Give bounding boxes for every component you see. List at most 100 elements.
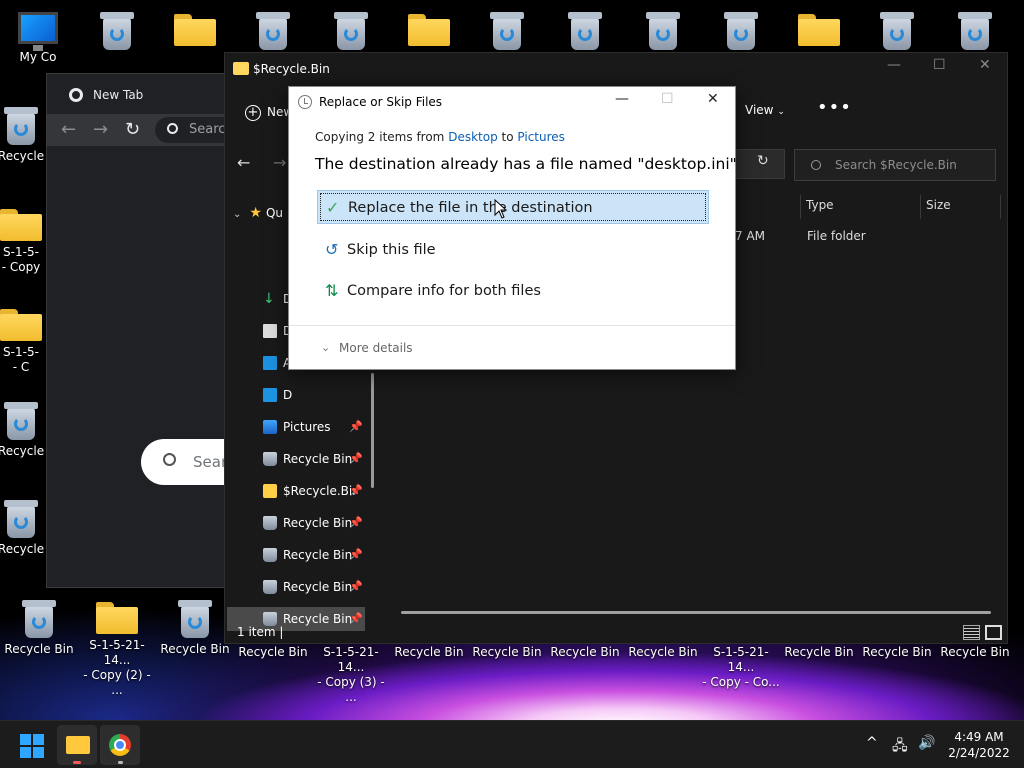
dialog-close-button[interactable]: ✕ [707, 91, 719, 107]
more-options-button[interactable]: ••• [817, 97, 852, 118]
recycle-bin-icon [724, 10, 758, 50]
back-arrow-icon[interactable]: ← [61, 119, 76, 140]
column-separator[interactable] [800, 195, 801, 219]
pin-icon[interactable]: 📌 [349, 575, 363, 599]
forward-arrow-icon[interactable]: → [273, 153, 286, 172]
view-button[interactable]: View ⌄ [745, 103, 785, 117]
status-bar: 1 item | [237, 625, 284, 639]
desktop-icon[interactable] [156, 10, 234, 50]
recycle-bin-icon [4, 400, 38, 440]
search-input[interactable]: Search $Recycle.Bin [794, 149, 996, 181]
more-details-toggle[interactable]: ⌄ More details [289, 325, 735, 369]
reload-icon[interactable]: ↻ [125, 119, 140, 140]
desktop-icon[interactable] [78, 10, 156, 54]
search-box-placeholder: Sear [193, 453, 228, 471]
recycle-bin-icon [490, 10, 524, 50]
pin-icon[interactable]: 📌 [349, 479, 363, 503]
column-size[interactable]: Size [926, 198, 951, 212]
destination-link[interactable]: Pictures [517, 130, 565, 144]
pin-icon[interactable]: 📌 [349, 415, 363, 439]
desktop-icon[interactable] [312, 10, 390, 54]
taskbar-file-explorer[interactable] [57, 725, 97, 765]
desktop-icon-label: Recycle Bin [862, 645, 932, 659]
desktop-icon[interactable]: Recycle Bin [0, 598, 78, 657]
chrome-tab[interactable]: New Tab [55, 80, 235, 110]
column-separator[interactable] [920, 195, 921, 219]
search-icon [163, 453, 176, 466]
desktop-icon[interactable] [780, 10, 858, 50]
refresh-icon[interactable]: ↻ [757, 153, 769, 169]
nav-item[interactable]: Recycle Bin 📌 [227, 447, 365, 471]
nav-item[interactable]: $Recycle.Bir 📌 [227, 479, 365, 503]
desktop-icon[interactable]: Recycle Bin [156, 598, 234, 657]
tray-chevron-icon[interactable]: ^ [866, 735, 878, 751]
minimize-button[interactable]: — [887, 57, 901, 73]
new-button[interactable]: + New [245, 105, 293, 121]
chrome-tab-title: New Tab [93, 88, 144, 102]
system-clock[interactable]: 4:49 AM 2/24/2022 [944, 729, 1014, 761]
desktop-icon[interactable] [858, 10, 936, 54]
desktop-icon[interactable] [234, 10, 312, 54]
desktop-icon[interactable]: S-1-5-21-14... - Copy (2) - ... [78, 598, 156, 698]
nav-item[interactable]: D [227, 383, 365, 407]
desktop-icon-label: Recycle Bin [940, 645, 1010, 659]
desktop-icon[interactable] [546, 10, 624, 54]
close-button[interactable]: ✕ [979, 57, 991, 73]
nav-item[interactable]: Recycle Bin 📌 [227, 575, 365, 599]
desktop-icon[interactable]: S-1-5-21-14... - Copy (3) - ... [312, 645, 390, 705]
desktop-icon[interactable]: Recycle Bin [936, 645, 1014, 660]
nav-item[interactable]: Recycle Bin [227, 639, 365, 643]
desktop-icon[interactable]: S-1-5-21-14... - Copy - Co... [702, 645, 780, 690]
pin-icon[interactable]: 📌 [349, 607, 363, 631]
recycle-bin-icon [4, 105, 38, 145]
pin-icon[interactable]: 📌 [349, 447, 363, 471]
desktop-icon-label: Recycle Bin [784, 645, 854, 659]
column-separator[interactable] [1000, 195, 1001, 219]
replace-or-skip-dialog[interactable]: Replace or Skip Files — ☐ ✕ Copying 2 it… [288, 86, 737, 370]
details-view-button[interactable] [963, 625, 980, 640]
desktop-icon[interactable]: My Co [0, 10, 77, 65]
forward-arrow-icon[interactable]: → [93, 119, 108, 140]
back-arrow-icon[interactable]: ← [237, 153, 250, 172]
replace-option[interactable]: ✓ Replace the file in the destination [317, 190, 709, 224]
tiles-view-button[interactable] [985, 625, 1002, 640]
desktop-icon[interactable]: Recycle Bin [546, 645, 624, 660]
running-indicator [118, 761, 123, 764]
nav-scrollbar[interactable] [371, 373, 374, 488]
start-button[interactable] [20, 734, 44, 758]
view-label: View [745, 103, 774, 117]
file-row[interactable]: 7 AM File folder [735, 229, 866, 243]
network-icon[interactable]: 🖧 [892, 735, 908, 759]
desktop-icon[interactable] [936, 10, 1014, 54]
taskbar-chrome[interactable] [100, 725, 140, 765]
column-type[interactable]: Type [806, 198, 834, 212]
source-link[interactable]: Desktop [448, 130, 498, 144]
pin-icon[interactable]: 📌 [349, 543, 363, 567]
folder-icon [408, 14, 450, 46]
nav-item[interactable]: Pictures 📌 [227, 415, 365, 439]
desktop-icon[interactable]: Recycle Bin [390, 645, 468, 660]
pin-icon[interactable]: 📌 [349, 511, 363, 535]
folder-icon [233, 62, 249, 75]
desktop-icon[interactable]: Recycle Bin [780, 645, 858, 660]
desktop-icon[interactable] [702, 10, 780, 54]
desktop-icon[interactable]: Recycle Bin [234, 645, 312, 660]
chrome-logo-icon [69, 88, 83, 102]
dialog-minimize-button[interactable]: — [615, 91, 629, 107]
desktop-icon[interactable] [624, 10, 702, 54]
volume-icon[interactable]: 🔊 [918, 735, 935, 751]
horizontal-scrollbar[interactable] [401, 611, 991, 614]
nav-item[interactable]: Recycle Bin 📌 [227, 543, 365, 567]
chrome-toolbar: ← → ↻ Search [47, 114, 245, 146]
desktop-icon[interactable]: Recycle Bin [858, 645, 936, 660]
chrome-window[interactable]: New Tab ← → ↻ Search Sear [46, 73, 261, 588]
nav-item[interactable]: Recycle Bin 📌 [227, 511, 365, 535]
maximize-button[interactable]: ☐ [933, 57, 946, 73]
desktop-icon[interactable] [468, 10, 546, 54]
desktop-icon[interactable]: Recycle Bin [624, 645, 702, 660]
compare-option[interactable]: ⇅ Compare info for both files [317, 274, 709, 308]
desktop-icon[interactable] [390, 10, 468, 50]
skip-option[interactable]: ↺ Skip this file [317, 233, 709, 267]
desktop-icon[interactable]: Recycle Bin [468, 645, 546, 660]
windows-logo-icon [20, 734, 31, 745]
